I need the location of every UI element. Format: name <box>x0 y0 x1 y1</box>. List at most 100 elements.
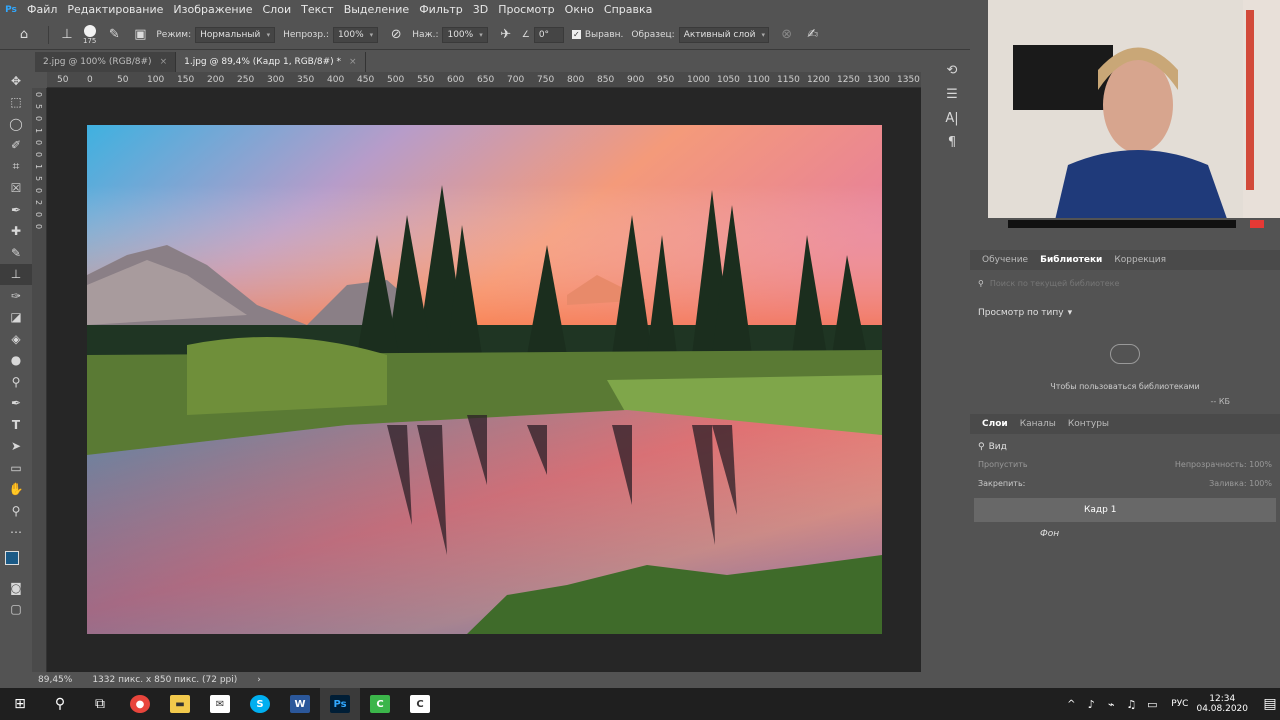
pressure-opacity-icon[interactable]: ⊘ <box>386 25 406 45</box>
menu-filter[interactable]: Фильтр <box>414 0 468 20</box>
fill-value[interactable]: 100% <box>1249 479 1272 488</box>
tab-document-2[interactable]: 2.jpg @ 100% (RGB/8#) × <box>35 52 177 72</box>
tab-libraries[interactable]: Библиотеки <box>1034 255 1108 265</box>
notifications-icon[interactable]: ▤ <box>1260 688 1280 720</box>
pressure-size-icon[interactable]: ✍ <box>803 25 823 45</box>
menu-image[interactable]: Изображение <box>168 0 257 20</box>
lasso-tool-icon[interactable]: ◯ <box>0 113 32 135</box>
library-search[interactable]: ⚲ Поиск по текущей библиотеке <box>978 276 1272 290</box>
airbrush-icon[interactable]: ✈ <box>496 25 516 45</box>
photoshop-icon[interactable]: Ps <box>320 688 360 720</box>
clone-stamp-icon[interactable]: ⊥ <box>57 25 77 45</box>
brush-preset-picker[interactable]: 175 <box>83 24 96 45</box>
move-tool-icon[interactable]: ✥ <box>0 70 32 92</box>
clone-stamp-tool-icon[interactable]: ⊥ <box>0 263 32 285</box>
tab-channels[interactable]: Каналы <box>1014 419 1062 429</box>
layer-row-background[interactable]: Фон <box>974 522 1276 546</box>
zoom-tool-icon[interactable]: ⚲ <box>0 500 32 522</box>
camtasia-recorder-icon[interactable]: C <box>400 688 440 720</box>
clone-source-icon[interactable]: ▣ <box>130 25 150 45</box>
sample-select[interactable]: Активный слой ▾ <box>678 26 769 43</box>
language-indicator[interactable]: РУС <box>1171 699 1188 709</box>
layer-row-frame[interactable]: Кадр 1 <box>974 498 1276 522</box>
volume-icon[interactable]: ♫ <box>1121 688 1141 720</box>
menu-type[interactable]: Текст <box>296 0 339 20</box>
paragraph-panel-icon[interactable]: ¶ <box>938 130 966 154</box>
color-swatches[interactable] <box>0 543 32 577</box>
battery-icon[interactable]: ▭ <box>1141 688 1163 720</box>
angle-input[interactable]: 0° <box>533 26 564 43</box>
foreground-color-swatch[interactable] <box>5 551 19 565</box>
crop-tool-icon[interactable]: ⌗ <box>0 156 32 178</box>
tab-layers[interactable]: Слои <box>976 419 1014 429</box>
menu-help[interactable]: Справка <box>599 0 657 20</box>
healing-brush-tool-icon[interactable]: ✚ <box>0 221 32 243</box>
close-icon[interactable]: × <box>349 57 357 67</box>
character-panel-icon[interactable]: A| <box>938 106 966 130</box>
opacity-input[interactable]: 100% ▾ <box>332 26 379 43</box>
eraser-tool-icon[interactable]: ◪ <box>0 307 32 329</box>
windows-start-icon[interactable]: ⊞ <box>0 688 40 720</box>
flow-input[interactable]: 100% ▾ <box>442 26 488 43</box>
landscape-photo[interactable] <box>87 125 882 634</box>
task-view-icon[interactable]: ⧉ <box>80 688 120 720</box>
eyedropper-tool-icon[interactable]: ✒ <box>0 199 32 221</box>
layer-opacity-value[interactable]: 100% <box>1249 460 1272 469</box>
aligned-checkbox[interactable]: ✓ <box>571 30 581 39</box>
ignore-adjustment-icon[interactable]: ⊗ <box>777 25 797 45</box>
camtasia-icon[interactable]: C <box>360 688 400 720</box>
brush-settings-icon[interactable]: ✎ <box>104 25 124 45</box>
menu-3d[interactable]: 3D <box>468 0 493 20</box>
history-panel-icon[interactable]: ⟲ <box>938 58 966 82</box>
menu-edit[interactable]: Редактирование <box>62 0 168 20</box>
microphone-icon[interactable]: ♪ <box>1081 688 1101 720</box>
zoom-level[interactable]: 89,45% <box>38 675 72 685</box>
pen-tool-icon[interactable]: ✒ <box>0 393 32 415</box>
chevron-right-icon[interactable]: › <box>257 675 261 685</box>
blend-mode-value[interactable]: Пропустить <box>978 460 1028 469</box>
browse-by-type[interactable]: Просмотр по типу ▾ <box>978 308 1272 318</box>
network-icon[interactable]: ⌁ <box>1101 688 1121 720</box>
properties-panel-icon[interactable]: ☰ <box>938 82 966 106</box>
more-tools-icon[interactable]: ⋯ <box>0 522 32 544</box>
menu-select[interactable]: Выделение <box>339 0 415 20</box>
chevron-down-icon: ▾ <box>761 30 765 39</box>
menu-file[interactable]: Файл <box>22 0 62 20</box>
tab-paths[interactable]: Контуры <box>1062 419 1115 429</box>
chrome-icon[interactable]: ● <box>120 688 160 720</box>
mail-icon[interactable]: ✉ <box>200 688 240 720</box>
menu-window[interactable]: Окно <box>560 0 599 20</box>
screen-mode-icon[interactable]: ▢ <box>0 599 32 621</box>
quick-mask-icon[interactable]: ◙ <box>0 577 32 599</box>
tab-learn[interactable]: Обучение <box>976 255 1034 265</box>
menu-view[interactable]: Просмотр <box>493 0 559 20</box>
layer-blend-row: Пропустить Непрозрачность: 100% <box>978 460 1272 469</box>
skype-icon[interactable]: S <box>240 688 280 720</box>
path-select-tool-icon[interactable]: ➤ <box>0 436 32 458</box>
close-icon[interactable]: × <box>160 57 168 67</box>
brush-tool-icon[interactable]: ✎ <box>0 242 32 264</box>
clock[interactable]: 12:34 04.08.2020 <box>1196 694 1248 714</box>
dodge-tool-icon[interactable]: ⚲ <box>0 371 32 393</box>
type-tool-icon[interactable]: T <box>0 414 32 436</box>
marquee-tool-icon[interactable]: ⬚ <box>0 92 32 114</box>
file-explorer-icon[interactable]: ▬ <box>160 688 200 720</box>
gradient-tool-icon[interactable]: ◈ <box>0 328 32 350</box>
mode-select[interactable]: Нормальный ▾ <box>195 26 276 43</box>
rectangle-tool-icon[interactable]: ▭ <box>0 457 32 479</box>
tab-adjustments[interactable]: Коррекция <box>1108 255 1172 265</box>
home-icon[interactable]: ⌂ <box>14 25 34 45</box>
word-icon[interactable]: W <box>280 688 320 720</box>
menu-layers[interactable]: Слои <box>258 0 297 20</box>
hand-tool-icon[interactable]: ✋ <box>0 479 32 501</box>
history-brush-tool-icon[interactable]: ✑ <box>0 285 32 307</box>
quick-select-tool-icon[interactable]: ✐ <box>0 135 32 157</box>
ruler-tick: 50 <box>117 75 129 85</box>
frame-tool-icon[interactable]: ☒ <box>0 178 32 200</box>
chevron-up-icon[interactable]: ^ <box>1061 688 1081 720</box>
tab-document-1[interactable]: 1.jpg @ 89,4% (Кадр 1, RGB/8#) * × <box>176 52 366 72</box>
blur-tool-icon[interactable]: ● <box>0 350 32 372</box>
layer-filter[interactable]: ⚲ Вид <box>978 442 1272 452</box>
search-icon[interactable]: ⚲ <box>40 688 80 720</box>
ruler-tick: 500 <box>387 75 405 85</box>
